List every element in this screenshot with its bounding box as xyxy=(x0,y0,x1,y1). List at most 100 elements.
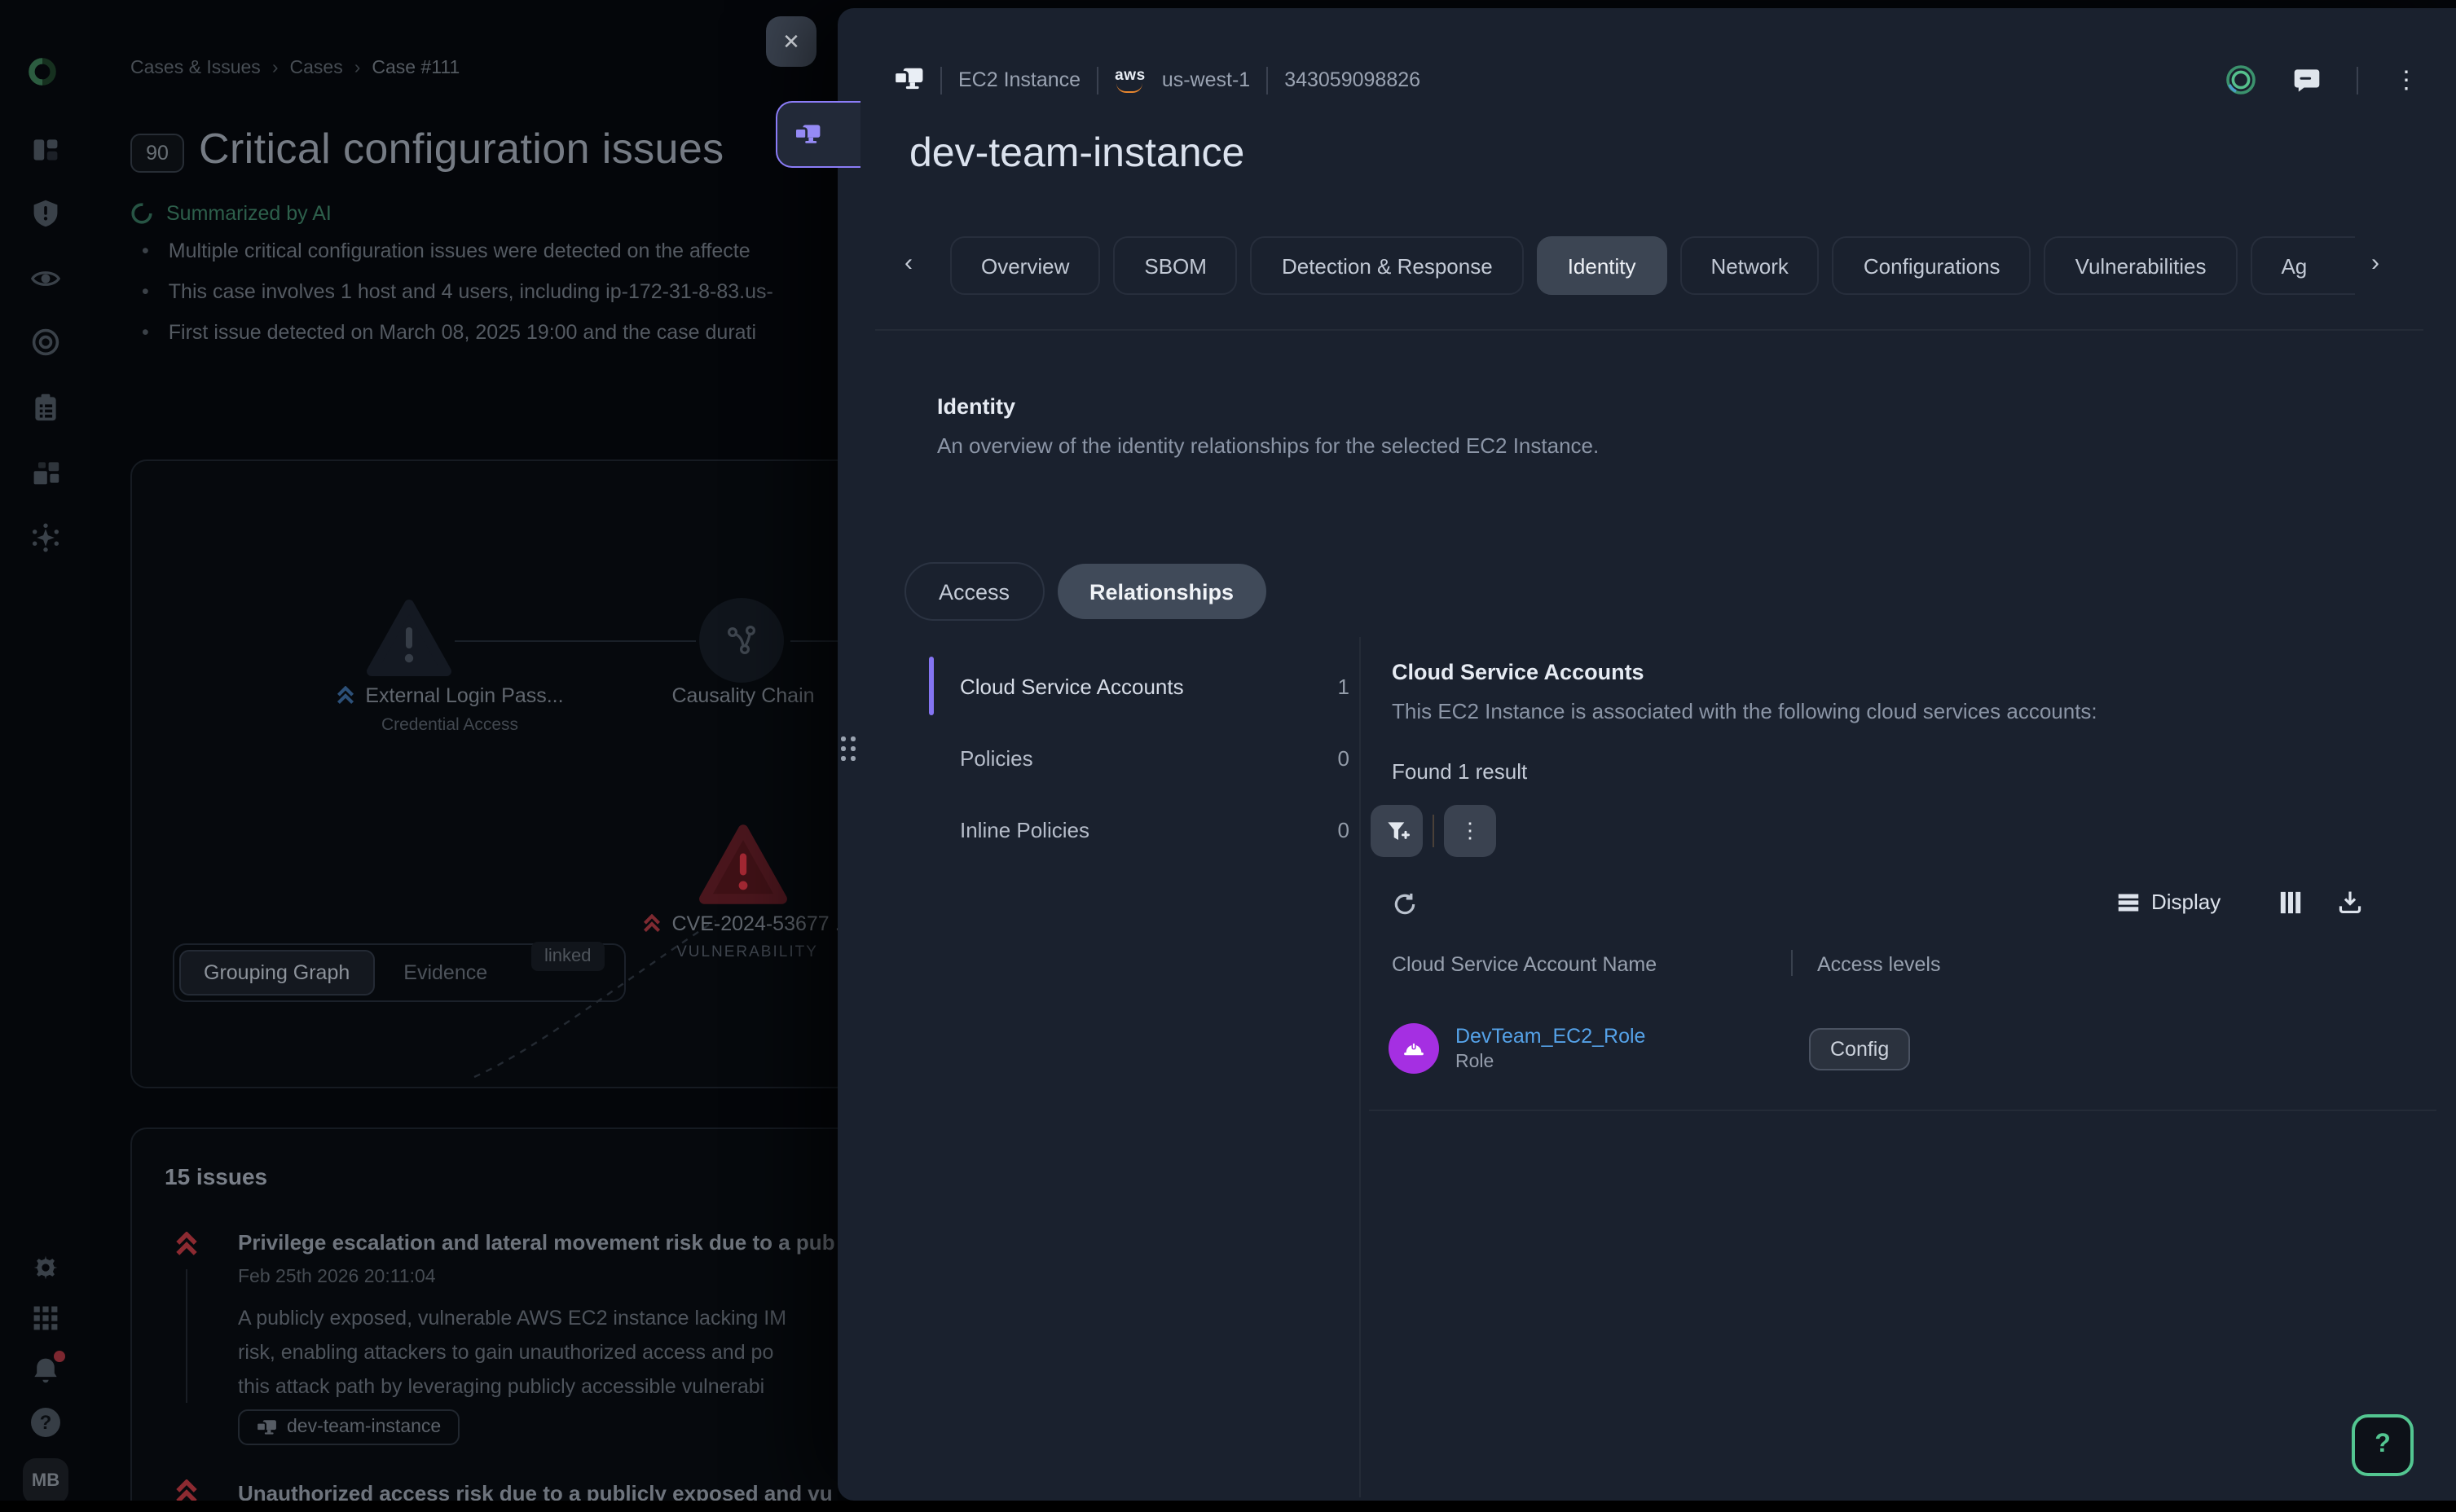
window-bottom-edge xyxy=(0,1501,2456,1512)
apps-grid-icon[interactable] xyxy=(31,1303,60,1333)
close-panel-button[interactable]: ✕ xyxy=(766,16,816,67)
user-avatar[interactable]: MB xyxy=(23,1458,68,1504)
graph-node-vulnerability[interactable] xyxy=(698,823,789,916)
content-description: This EC2 Instance is associated with the… xyxy=(1392,699,2097,723)
identity-subtabs: Access Relationships xyxy=(904,562,1266,621)
shield-alert-icon[interactable] xyxy=(31,199,60,228)
divider xyxy=(2357,66,2358,94)
aws-logo: aws xyxy=(1115,68,1146,92)
issue-timestamp: Feb 25th 2026 20:11:04 xyxy=(238,1268,436,1287)
filter-menu-button[interactable]: ⋮ xyxy=(1444,805,1496,857)
graph-node-sublabel: VULNERABILITY xyxy=(613,943,838,961)
tab-identity[interactable]: Identity xyxy=(1537,236,1667,295)
chat-icon[interactable] xyxy=(2293,66,2321,94)
graph-node-sublabel: Credential Access xyxy=(279,715,621,735)
filter-toolbar: ⋮ xyxy=(1371,805,1496,857)
eye-icon[interactable] xyxy=(31,264,60,293)
ec2-instance-icon xyxy=(256,1418,277,1436)
notifications-bell-icon[interactable] xyxy=(31,1356,60,1385)
tab-vulnerabilities[interactable]: Vulnerabilities xyxy=(2044,236,2238,295)
inventory-blocks-icon[interactable] xyxy=(31,458,60,487)
refresh-icon xyxy=(1392,891,1418,917)
entity-tabs: Overview SBOM Detection & Response Ident… xyxy=(950,236,2355,295)
breadcrumb-link[interactable]: Cases xyxy=(290,59,343,78)
severity-chevrons-icon xyxy=(174,1232,199,1264)
issue-description-line: risk, enabling attackers to gain unautho… xyxy=(238,1336,773,1370)
ec2-instance-icon xyxy=(794,123,821,146)
tab-sbom[interactable]: SBOM xyxy=(1113,236,1238,295)
settings-gear-icon[interactable] xyxy=(31,1253,60,1282)
section-heading: Identity xyxy=(937,394,1015,419)
tab-grouping-graph[interactable]: Grouping Graph xyxy=(179,950,374,996)
pinned-entity-tab[interactable] xyxy=(776,101,860,168)
divider xyxy=(1097,66,1098,94)
breadcrumb-separator: › xyxy=(354,59,361,78)
tab-detection-response[interactable]: Detection & Response xyxy=(1251,236,1524,295)
breadcrumb: Cases & Issues › Cases › Case #111 xyxy=(130,59,460,78)
subtab-access[interactable]: Access xyxy=(904,562,1044,621)
refresh-button[interactable] xyxy=(1392,891,1418,925)
display-button[interactable]: Display xyxy=(2117,890,2221,914)
target-icon[interactable] xyxy=(31,327,60,357)
subtab-relationships[interactable]: Relationships xyxy=(1057,564,1266,619)
graph-node-label: Causality Chain xyxy=(613,684,838,707)
column-header-name: Cloud Service Account Name xyxy=(1392,953,1657,976)
issue-title[interactable]: Privilege escalation and lateral movemen… xyxy=(238,1230,835,1255)
relationship-item-inline-policies[interactable]: Inline Policies0 xyxy=(960,802,1349,857)
ai-bullet: Multiple critical configuration issues w… xyxy=(142,240,750,262)
app-root: ? MB Cases & Issues › Cases › Case #111 … xyxy=(0,0,2456,1512)
relationship-item-cloud-service-accounts[interactable]: Cloud Service Accounts1 xyxy=(960,658,1349,714)
hard-hat-icon xyxy=(1402,1038,1426,1059)
filter-plus-icon xyxy=(1384,819,1409,843)
tab-network[interactable]: Network xyxy=(1680,236,1820,295)
graph-node-causality[interactable] xyxy=(699,598,784,683)
grouping-graph-card: Grouping Graph Evidence External Login P… xyxy=(130,459,838,1088)
account-id-label: 343059098826 xyxy=(1284,68,1420,91)
access-level-chip[interactable]: Config xyxy=(1809,1028,1910,1070)
risk-score-badge: 90 xyxy=(130,134,184,173)
issues-card: 15 issues Privilege escalation and later… xyxy=(130,1127,838,1512)
results-count: Found 1 result xyxy=(1392,759,1527,784)
panel-resize-handle[interactable] xyxy=(841,736,856,761)
ai-radar-icon[interactable] xyxy=(2225,64,2257,96)
entity-type-label: EC2 Instance xyxy=(958,68,1081,91)
ai-sparkle-icon[interactable] xyxy=(31,523,60,552)
tab-configurations[interactable]: Configurations xyxy=(1833,236,2031,295)
table-row: DevTeam_EC2_Role Role xyxy=(1389,1023,1645,1074)
content-heading: Cloud Service Accounts xyxy=(1392,660,1644,684)
dashboard-icon[interactable] xyxy=(31,135,60,165)
columns-button[interactable] xyxy=(2278,890,2303,924)
help-button[interactable]: ? xyxy=(2352,1414,2414,1476)
help-circle-icon[interactable]: ? xyxy=(31,1408,60,1437)
download-button[interactable] xyxy=(2337,888,2363,924)
selected-item-accent xyxy=(929,657,934,715)
kebab-menu-icon: ⋮ xyxy=(1459,818,1481,844)
ai-bullet: First issue detected on March 08, 2025 1… xyxy=(142,321,756,344)
severity-chevrons-icon xyxy=(336,686,355,705)
tabs-scroll-left-icon[interactable]: ‹ xyxy=(904,249,913,277)
breadcrumb-link[interactable]: Cases & Issues xyxy=(130,59,261,78)
rows-icon xyxy=(2117,890,2140,913)
left-sidebar: ? MB xyxy=(0,0,90,1512)
entity-side-panel: EC2 Instance aws us-west-1 343059098826 … xyxy=(838,8,2456,1501)
kebab-menu-icon[interactable]: ⋮ xyxy=(2394,65,2420,94)
graph-edge xyxy=(790,640,838,642)
breadcrumb-current: Case #111 xyxy=(372,59,460,78)
asset-chip[interactable]: dev-team-instance xyxy=(238,1409,459,1445)
tabs-scroll-right-icon[interactable]: › xyxy=(2371,249,2379,277)
orca-logo-icon[interactable] xyxy=(28,57,64,93)
entity-title: dev-team-instance xyxy=(909,130,1244,178)
relationship-item-policies[interactable]: Policies0 xyxy=(960,730,1349,785)
issues-count-heading: 15 issues xyxy=(165,1163,267,1189)
section-description: An overview of the identity relationship… xyxy=(937,433,1599,458)
clipboard-icon[interactable] xyxy=(31,393,60,422)
case-title: Critical configuration issues xyxy=(199,124,724,174)
panel-header: EC2 Instance aws us-west-1 343059098826 xyxy=(893,59,1420,101)
divider xyxy=(1369,1110,2436,1111)
account-name-link[interactable]: DevTeam_EC2_Role xyxy=(1455,1025,1645,1048)
filter-button[interactable] xyxy=(1371,805,1423,857)
breadcrumb-separator: › xyxy=(272,59,279,78)
graph-node-alert[interactable] xyxy=(365,598,453,688)
tab-agents[interactable]: Ag xyxy=(2250,236,2355,295)
tab-overview[interactable]: Overview xyxy=(950,236,1100,295)
